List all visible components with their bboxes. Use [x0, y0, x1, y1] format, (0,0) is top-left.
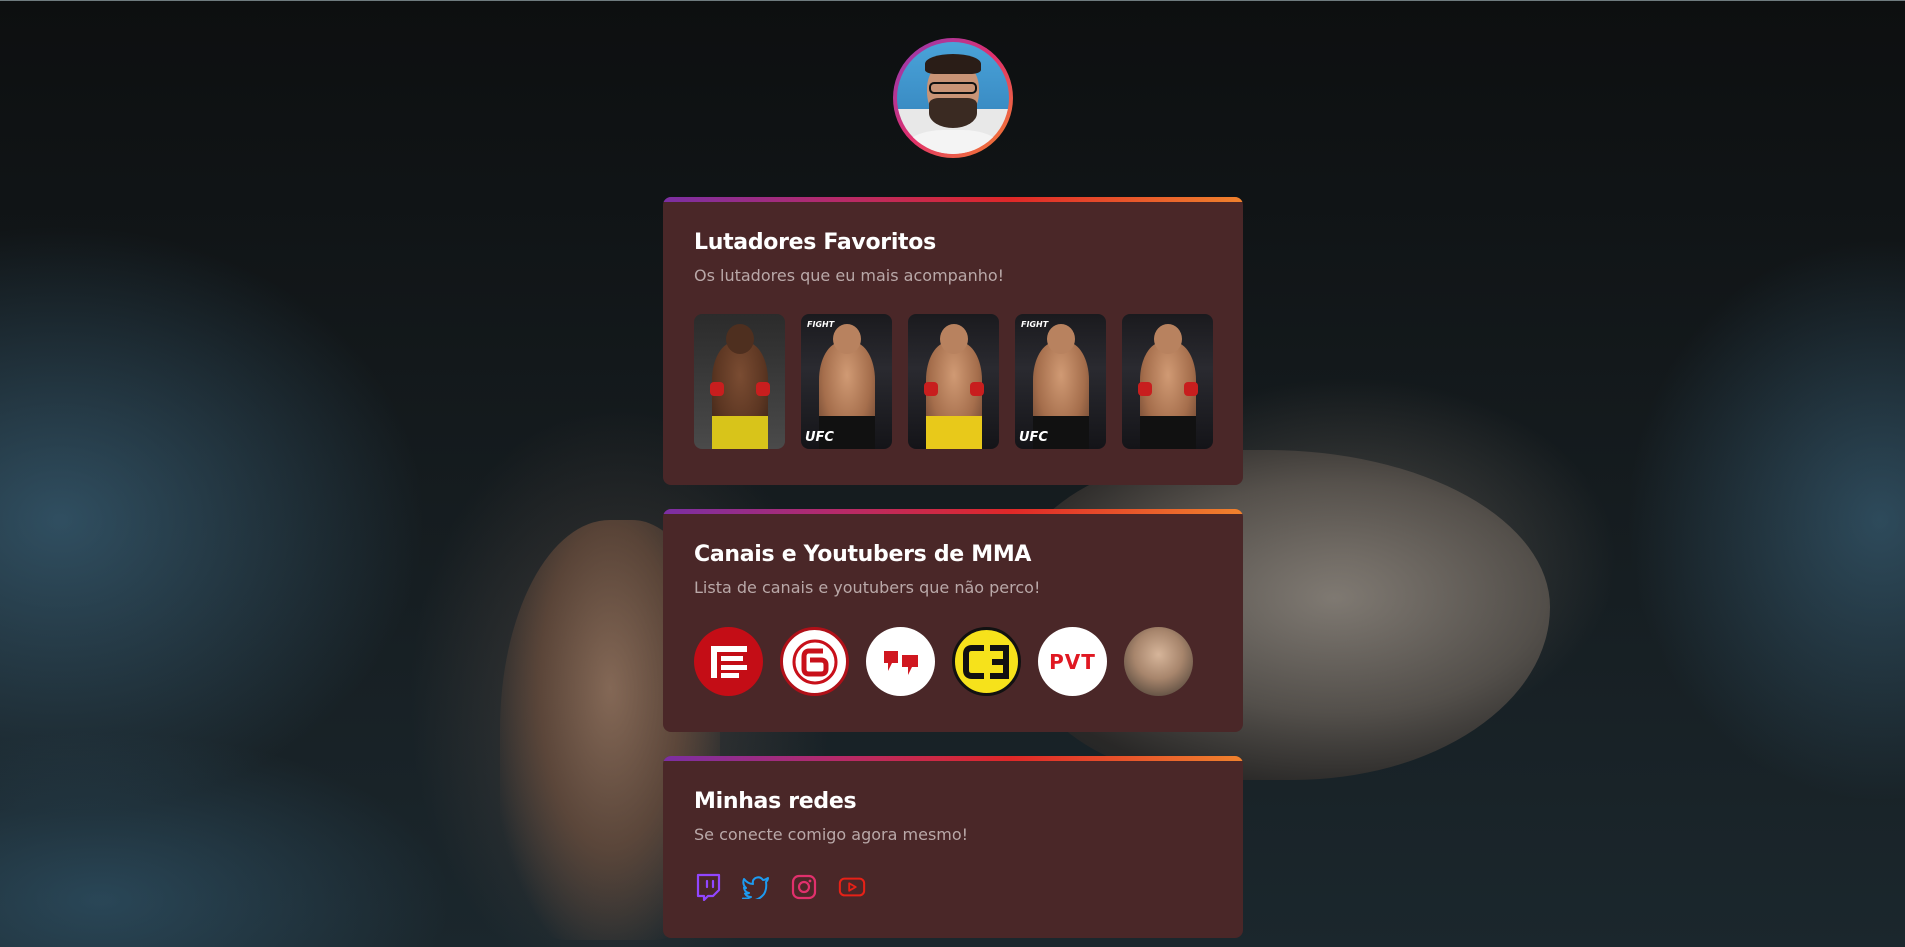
channels-list: PVT: [694, 627, 1193, 696]
instagram-icon[interactable]: [790, 873, 818, 901]
channel-logo-text: PVT: [1049, 649, 1096, 674]
channel-logo-icon: [883, 650, 918, 675]
fighter-card[interactable]: [1122, 314, 1213, 449]
card-subtitle: Lista de canais e youtubers que não perc…: [694, 578, 1041, 597]
card-subtitle: Os lutadores que eu mais acompanho!: [694, 266, 1005, 285]
card-subtitle: Se conecte comigo agora mesmo!: [694, 825, 969, 844]
social-icons: [694, 873, 866, 901]
favorite-fighters-card: Lutadores Favoritos Os lutadores que eu …: [663, 197, 1243, 485]
channel-avatar[interactable]: [694, 627, 763, 696]
channel-avatar[interactable]: [1124, 627, 1193, 696]
card-title: Lutadores Favoritos: [694, 230, 936, 255]
mma-channels-card: Canais e Youtubers de MMA Lista de canai…: [663, 509, 1243, 732]
channel-avatar[interactable]: [952, 627, 1021, 696]
fighters-list: FIGHT UFC FIGHT UFC: [694, 314, 1213, 449]
fighter-card[interactable]: FIGHT UFC: [801, 314, 892, 449]
profile-avatar[interactable]: [893, 38, 1013, 158]
fighter-card[interactable]: FIGHT UFC: [1015, 314, 1106, 449]
channel-logo-icon: [962, 644, 1009, 679]
channel-avatar[interactable]: [866, 627, 935, 696]
card-title: Minhas redes: [694, 789, 857, 814]
ufc-badge: UFC: [805, 430, 834, 445]
top-border-line: [0, 0, 1905, 1]
youtube-icon[interactable]: [838, 873, 866, 901]
twitter-icon[interactable]: [742, 873, 770, 901]
avatar-photo: [897, 42, 1009, 154]
social-links-card: Minhas redes Se conecte comigo agora mes…: [663, 756, 1243, 938]
fighter-card[interactable]: [908, 314, 999, 449]
channel-avatar[interactable]: PVT: [1038, 627, 1107, 696]
channel-avatar[interactable]: [780, 627, 849, 696]
fighter-card[interactable]: [694, 314, 785, 449]
channel-logo-icon: [792, 639, 837, 684]
channel-logo-icon: [710, 645, 747, 678]
card-title: Canais e Youtubers de MMA: [694, 542, 1032, 567]
ufc-badge: UFC: [1019, 430, 1048, 445]
twitch-icon[interactable]: [694, 873, 722, 901]
